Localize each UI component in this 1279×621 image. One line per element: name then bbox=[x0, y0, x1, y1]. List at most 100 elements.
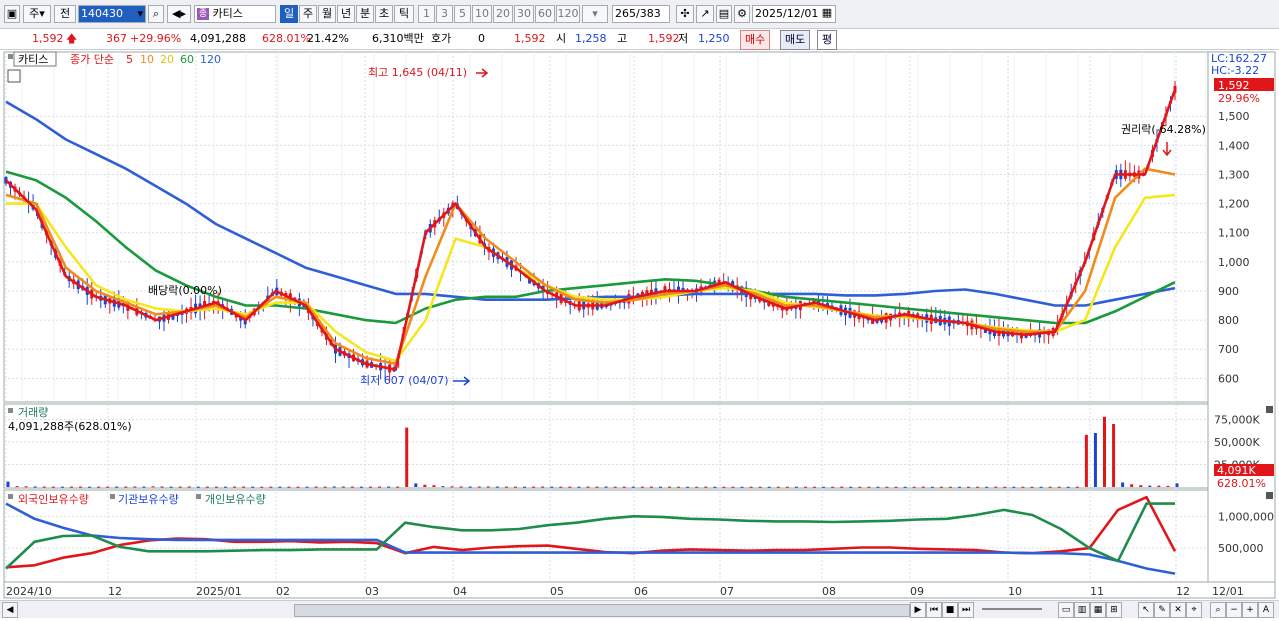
period-month-tab[interactable]: 월 bbox=[318, 5, 336, 23]
interval-10[interactable]: 10 bbox=[472, 5, 492, 23]
holdings-panel-close-icon[interactable] bbox=[1266, 492, 1273, 499]
stock-code-input[interactable]: 140430 ▾ bbox=[78, 5, 146, 23]
layout3-icon[interactable]: ▦ bbox=[1090, 602, 1106, 618]
stock-name-field[interactable]: 종 카티스 bbox=[194, 5, 276, 23]
period-tick-tab[interactable]: 틱 bbox=[394, 5, 414, 23]
volume-bar bbox=[577, 486, 581, 488]
volume-bar bbox=[214, 486, 218, 488]
volume-bar bbox=[894, 486, 898, 488]
volume-bar bbox=[822, 486, 826, 488]
price-tick-label: 800 bbox=[1218, 314, 1239, 327]
volume-bar bbox=[776, 486, 780, 488]
x-tick-label: 07 bbox=[720, 585, 734, 598]
price-tick-label: 600 bbox=[1218, 372, 1239, 385]
zoom-search-icon[interactable]: ⌕ bbox=[1210, 602, 1226, 618]
interval-dropdown[interactable]: ▾ bbox=[582, 5, 608, 23]
volume-bar bbox=[532, 486, 536, 488]
volume-bar bbox=[921, 486, 925, 488]
calendar-icon[interactable]: ▦ bbox=[820, 5, 834, 23]
period-second-tab[interactable]: 초 bbox=[375, 5, 393, 23]
buy-button[interactable]: 매수 bbox=[740, 30, 771, 50]
volume-panel bbox=[3, 403, 1209, 489]
volume-bar bbox=[568, 486, 572, 488]
interval-3[interactable]: 3 bbox=[436, 5, 453, 23]
range-input[interactable]: 265/383 bbox=[612, 5, 670, 23]
volume-bar bbox=[142, 486, 146, 488]
last-price-tag-text: 1,592 bbox=[1218, 79, 1250, 92]
legend-foreign: 외국인보유수량 bbox=[18, 493, 89, 506]
interval-5[interactable]: 5 bbox=[454, 5, 471, 23]
eval-button[interactable]: 평 bbox=[817, 30, 838, 50]
scroll-left-icon[interactable]: ◀ bbox=[2, 602, 18, 618]
table-toggle-icon[interactable] bbox=[7, 69, 21, 83]
market-mode-button[interactable]: 전 bbox=[54, 5, 76, 23]
layout4-icon[interactable]: ⊞ bbox=[1106, 602, 1122, 618]
volume-bar bbox=[722, 486, 726, 488]
period-minute-tab[interactable]: 분 bbox=[356, 5, 374, 23]
search-icon[interactable]: ⌕ bbox=[148, 5, 164, 23]
volume-bar bbox=[51, 486, 55, 488]
interval-60[interactable]: 60 bbox=[535, 5, 555, 23]
font-size-icon[interactable]: A bbox=[1258, 602, 1274, 618]
zoom-out-icon[interactable]: − bbox=[1226, 602, 1242, 618]
volume-bar bbox=[305, 486, 309, 488]
volume-bar bbox=[867, 486, 871, 488]
high-value: 1,592 bbox=[648, 32, 680, 45]
cross-icon[interactable]: ✣ bbox=[676, 5, 694, 23]
layout2-icon[interactable]: ▥ bbox=[1074, 602, 1090, 618]
scroll-thumb[interactable] bbox=[294, 604, 910, 617]
period-week-tab[interactable]: 주 bbox=[299, 5, 317, 23]
save-icon[interactable]: ▤ bbox=[716, 5, 732, 23]
stock-mode-dropdown[interactable]: 주▾ bbox=[23, 5, 51, 23]
price-tick-label: 1,100 bbox=[1218, 227, 1250, 240]
period-year-tab[interactable]: 년 bbox=[337, 5, 355, 23]
sell-button[interactable]: 매도 bbox=[780, 30, 811, 50]
draw-icon[interactable]: ✎ bbox=[1154, 602, 1170, 618]
x-tick-label: 02 bbox=[276, 585, 290, 598]
forward-icon[interactable]: ⏭ bbox=[958, 602, 974, 618]
legend-ma20: 20 bbox=[160, 53, 174, 66]
hc-label: HC:-3.22 bbox=[1211, 64, 1259, 77]
volume-bar bbox=[242, 486, 246, 488]
volume-bar bbox=[287, 486, 291, 488]
rewind-icon[interactable]: ⏮ bbox=[926, 602, 942, 618]
volume-bar bbox=[359, 486, 363, 488]
volume-bar bbox=[233, 486, 237, 488]
chart-scrollbar[interactable]: ◀ ▶ ⏮ ■ ⏭ ▭ ▥ ▦ ⊞ ↖ ✎ ✕ ⌖ ⌕ − + A bbox=[0, 600, 1279, 618]
volume-bar bbox=[1048, 486, 1052, 488]
chart-toolbar: ▣ 주▾ 전 140430 ▾ ⌕ ◀▸ 종 카티스 일 주 월 년 분 초 틱 … bbox=[0, 0, 1279, 29]
interval-1[interactable]: 1 bbox=[418, 5, 435, 23]
interval-120[interactable]: 120 bbox=[556, 5, 580, 23]
interval-30[interactable]: 30 bbox=[514, 5, 534, 23]
scroll-right-icon[interactable]: ▶ bbox=[910, 602, 926, 618]
volume-pct: 628.01% bbox=[262, 32, 311, 45]
layout1-icon[interactable]: ▭ bbox=[1058, 602, 1074, 618]
volume-bar bbox=[1066, 486, 1070, 488]
volume-panel-close-icon[interactable] bbox=[1266, 406, 1273, 413]
zoom-slider[interactable] bbox=[982, 608, 1042, 610]
erase-icon[interactable]: ✕ bbox=[1170, 602, 1186, 618]
price-tick-label: 1,400 bbox=[1218, 139, 1250, 152]
period-day-tab[interactable]: 일 bbox=[280, 5, 298, 23]
volume-bar bbox=[767, 486, 771, 488]
tool-icon[interactable]: ⌖ bbox=[1186, 602, 1202, 618]
volume-bar bbox=[396, 486, 400, 488]
volume-bar bbox=[930, 486, 934, 488]
volume-bar bbox=[976, 486, 980, 488]
chart-area[interactable]: 600 700 800 900 1,000 1,100 1,200 1,300 1,400 1,5… bbox=[0, 50, 1279, 621]
stop-icon[interactable]: ■ bbox=[942, 602, 958, 618]
volume-bar bbox=[178, 486, 182, 488]
volume-bar bbox=[858, 486, 862, 488]
chart-svg[interactable]: 600 700 800 900 1,000 1,100 1,200 1,300 1,400 1,5… bbox=[0, 50, 1279, 600]
dividend-annotation: 배당락(0.00%) bbox=[148, 284, 222, 297]
volume-bar bbox=[69, 486, 73, 488]
pointer-icon[interactable]: ↖ bbox=[1138, 602, 1154, 618]
interval-20[interactable]: 20 bbox=[493, 5, 513, 23]
sound-icon[interactable]: ◀▸ bbox=[167, 5, 191, 23]
zoom-in-icon[interactable]: + bbox=[1242, 602, 1258, 618]
window-layout-icon[interactable]: ▣ bbox=[4, 5, 20, 23]
gear-icon[interactable]: ⚙ bbox=[734, 5, 750, 23]
draw-tool-icon[interactable]: ↗ bbox=[696, 5, 714, 23]
volume-bar bbox=[432, 485, 436, 487]
hoga-label: 호가 bbox=[431, 32, 452, 45]
